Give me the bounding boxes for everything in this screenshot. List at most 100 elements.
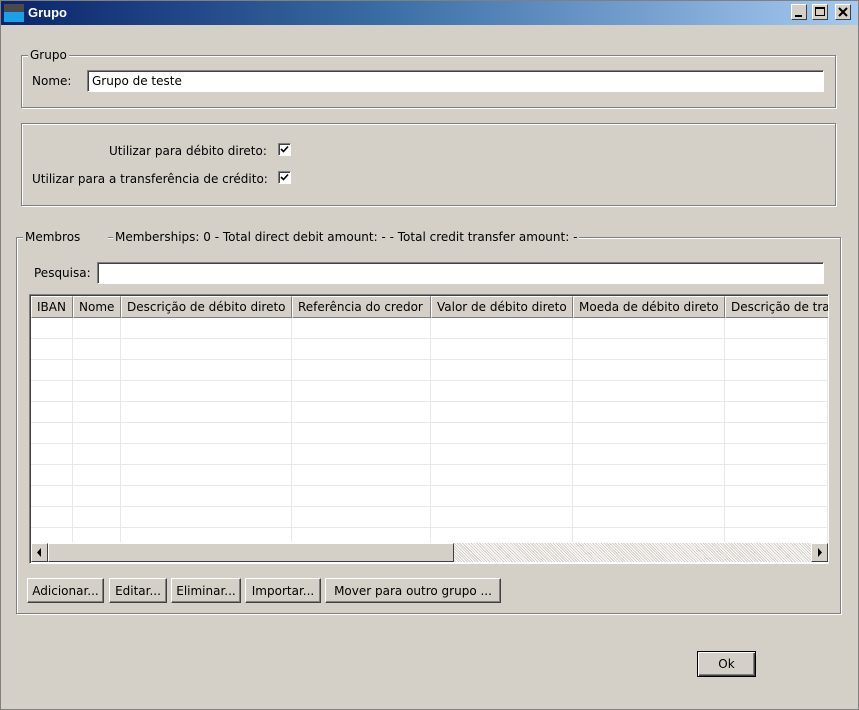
maximize-button[interactable] <box>812 4 828 20</box>
table-cell[interactable] <box>725 444 828 465</box>
table-cell[interactable] <box>121 465 292 486</box>
table-cell[interactable] <box>573 486 725 507</box>
table-cell[interactable] <box>725 528 828 542</box>
table-cell[interactable] <box>725 381 828 402</box>
table-cell[interactable] <box>121 444 292 465</box>
table-row[interactable] <box>31 339 828 360</box>
table-cell[interactable] <box>573 381 725 402</box>
table-cell[interactable] <box>121 339 292 360</box>
column-header-direct-debit-amount[interactable]: Valor de débito direto <box>431 296 573 318</box>
table-cell[interactable] <box>292 339 431 360</box>
column-header-iban[interactable]: IBAN <box>31 296 73 318</box>
table-cell[interactable] <box>121 318 292 339</box>
table-row[interactable] <box>31 444 828 465</box>
table-cell[interactable] <box>121 402 292 423</box>
table-cell[interactable] <box>73 507 121 528</box>
table-cell[interactable] <box>31 339 73 360</box>
close-button[interactable] <box>835 4 851 20</box>
table-row[interactable] <box>31 402 828 423</box>
column-header-transfer-description[interactable]: Descrição de tra <box>725 296 828 318</box>
table-cell[interactable] <box>292 423 431 444</box>
table-cell[interactable] <box>292 444 431 465</box>
direct-debit-checkbox[interactable] <box>278 143 291 156</box>
table-cell[interactable] <box>121 486 292 507</box>
table-cell[interactable] <box>431 318 573 339</box>
table-cell[interactable] <box>121 360 292 381</box>
table-cell[interactable] <box>73 528 121 542</box>
table-cell[interactable] <box>431 528 573 542</box>
table-cell[interactable] <box>431 423 573 444</box>
table-cell[interactable] <box>725 339 828 360</box>
table-cell[interactable] <box>73 402 121 423</box>
table-cell[interactable] <box>573 339 725 360</box>
table-cell[interactable] <box>431 339 573 360</box>
table-cell[interactable] <box>292 507 431 528</box>
table-cell[interactable] <box>725 423 828 444</box>
table-cell[interactable] <box>573 528 725 542</box>
table-cell[interactable] <box>73 339 121 360</box>
scroll-left-button[interactable] <box>31 543 48 562</box>
table-cell[interactable] <box>431 402 573 423</box>
scroll-right-button[interactable] <box>811 543 828 562</box>
table-cell[interactable] <box>73 423 121 444</box>
table-cell[interactable] <box>725 402 828 423</box>
table-cell[interactable] <box>73 465 121 486</box>
add-button[interactable]: Adicionar... <box>27 578 104 603</box>
table-cell[interactable] <box>73 486 121 507</box>
table-cell[interactable] <box>725 360 828 381</box>
table-row[interactable] <box>31 318 828 339</box>
table-cell[interactable] <box>431 465 573 486</box>
table-cell[interactable] <box>73 381 121 402</box>
table-cell[interactable] <box>31 528 73 542</box>
table-cell[interactable] <box>31 360 73 381</box>
column-header-creditor-reference[interactable]: Referência do credor <box>292 296 431 318</box>
table-cell[interactable] <box>292 360 431 381</box>
table-cell[interactable] <box>73 318 121 339</box>
table-cell[interactable] <box>725 465 828 486</box>
scroll-thumb[interactable] <box>48 543 454 562</box>
table-cell[interactable] <box>292 465 431 486</box>
table-cell[interactable] <box>292 402 431 423</box>
table-cell[interactable] <box>292 486 431 507</box>
table-row[interactable] <box>31 528 828 542</box>
table-cell[interactable] <box>725 507 828 528</box>
column-header-direct-debit-description[interactable]: Descrição de débito direto <box>121 296 292 318</box>
search-input[interactable] <box>97 262 824 284</box>
table-row[interactable] <box>31 360 828 381</box>
table-cell[interactable] <box>121 507 292 528</box>
table-cell[interactable] <box>31 318 73 339</box>
horizontal-scrollbar[interactable] <box>31 543 828 562</box>
table-cell[interactable] <box>292 528 431 542</box>
table-cell[interactable] <box>431 507 573 528</box>
table-cell[interactable] <box>725 318 828 339</box>
table-cell[interactable] <box>573 507 725 528</box>
table-cell[interactable] <box>292 318 431 339</box>
table-row[interactable] <box>31 507 828 528</box>
import-button[interactable]: Importar... <box>245 578 321 603</box>
table-cell[interactable] <box>725 486 828 507</box>
minimize-button[interactable] <box>791 4 807 20</box>
table-cell[interactable] <box>431 360 573 381</box>
table-cell[interactable] <box>573 465 725 486</box>
column-header-nome[interactable]: Nome <box>73 296 121 318</box>
table-cell[interactable] <box>31 402 73 423</box>
name-input[interactable] <box>87 70 824 92</box>
table-cell[interactable] <box>31 423 73 444</box>
title-bar[interactable]: Grupo <box>1 1 858 25</box>
table-cell[interactable] <box>31 381 73 402</box>
delete-button[interactable]: Eliminar... <box>171 578 241 603</box>
edit-button[interactable]: Editar... <box>109 578 167 603</box>
ok-button[interactable]: Ok <box>697 651 756 677</box>
table-cell[interactable] <box>431 444 573 465</box>
table-cell[interactable] <box>573 423 725 444</box>
table-row[interactable] <box>31 423 828 444</box>
table-cell[interactable] <box>121 381 292 402</box>
table-body[interactable] <box>31 318 828 542</box>
table-row[interactable] <box>31 486 828 507</box>
move-to-group-button[interactable]: Mover para outro grupo ... <box>325 578 501 603</box>
column-header-direct-debit-currency[interactable]: Moeda de débito direto <box>573 296 725 318</box>
table-cell[interactable] <box>31 444 73 465</box>
table-cell[interactable] <box>431 381 573 402</box>
table-cell[interactable] <box>73 444 121 465</box>
table-cell[interactable] <box>573 402 725 423</box>
